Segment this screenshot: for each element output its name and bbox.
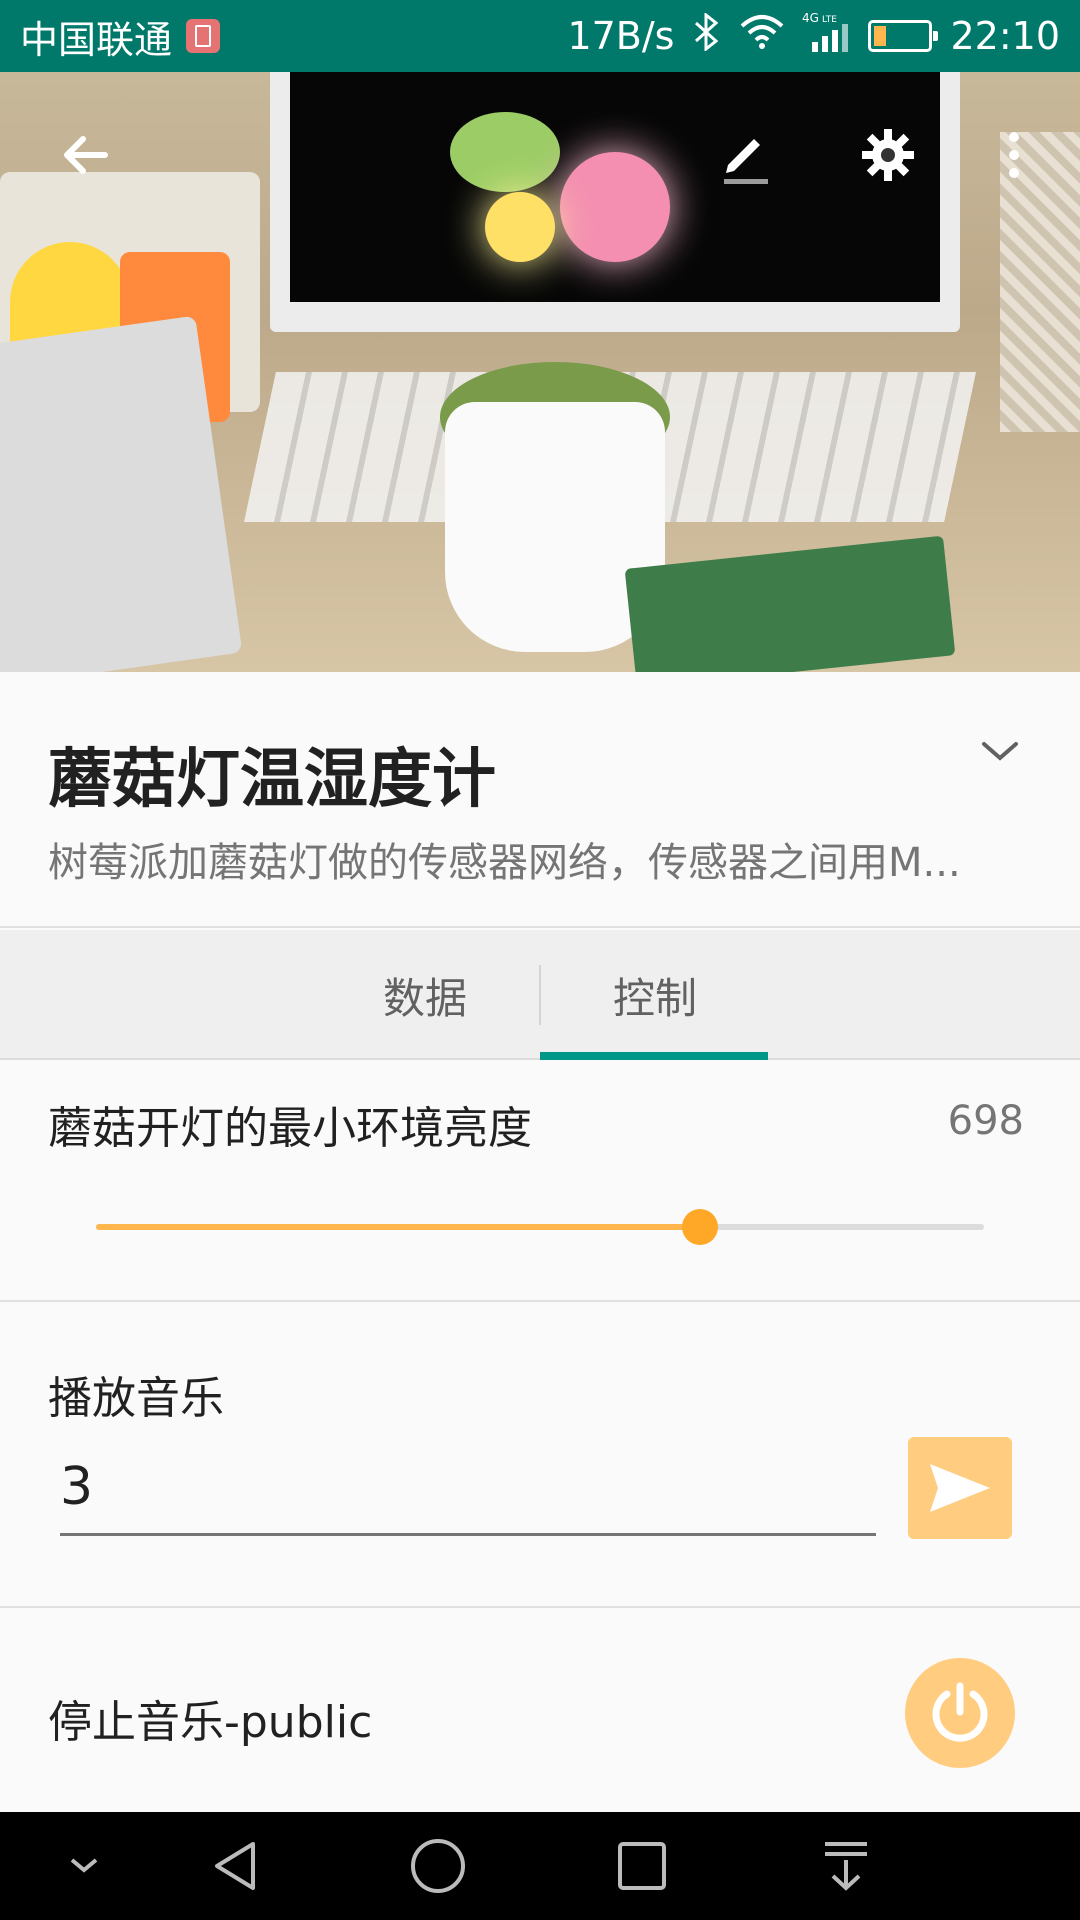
battery-icon: [868, 20, 939, 52]
svg-text:4G: 4G: [802, 11, 819, 25]
slider-thumb[interactable]: [681, 1209, 718, 1245]
chevron-down-icon: [982, 742, 1018, 761]
brightness-value: 698: [947, 1098, 1024, 1144]
tab-control[interactable]: 控制: [540, 930, 770, 1060]
clock: 22:10: [950, 14, 1060, 58]
send-button[interactable]: [908, 1437, 1012, 1539]
cellular-signal-icon: 4G LTE: [802, 10, 850, 63]
hero-toolbar: [0, 72, 1080, 242]
status-bar: 中国联通 17B/s 4G LTE 22:10: [0, 0, 1080, 72]
expand-description-button[interactable]: [960, 712, 1040, 792]
system-navigation-bar: [0, 1812, 1080, 1920]
more-vert-icon: [1009, 132, 1019, 178]
bluetooth-icon: [692, 11, 722, 60]
brightness-slider[interactable]: [96, 1209, 984, 1245]
stop-music-label: 停止音乐-public: [48, 1697, 373, 1748]
device-description: 树莓派加蘑菇灯做的传感器网络，传感器之间用M...: [48, 840, 961, 886]
circle-home-icon: [411, 1839, 465, 1893]
stop-music-power-button[interactable]: [905, 1658, 1015, 1768]
power-icon: [932, 1682, 988, 1742]
sim-card-icon: [186, 19, 221, 53]
network-speed: 17B/s: [567, 14, 675, 58]
triangle-back-icon: [215, 1842, 255, 1890]
settings-button[interactable]: [838, 105, 938, 205]
nav-hide-button[interactable]: [24, 1812, 144, 1920]
send-icon: [930, 1464, 990, 1512]
edit-button[interactable]: [694, 105, 794, 205]
nav-recents-button[interactable]: [582, 1812, 702, 1920]
arrow-back-icon: [64, 136, 108, 174]
nav-notifications-button[interactable]: [786, 1812, 906, 1920]
gear-icon: [862, 129, 914, 181]
play-music-label: 播放音乐: [48, 1373, 224, 1424]
tab-bar: 数据 控制: [0, 930, 1080, 1060]
tab-data[interactable]: 数据: [310, 930, 540, 1060]
music-number-input[interactable]: [60, 1450, 876, 1536]
brightness-label: 蘑菇开灯的最小环境亮度: [48, 1103, 532, 1154]
edit-icon: [724, 139, 768, 184]
carrier-name: 中国联通: [20, 17, 173, 62]
back-button[interactable]: [35, 105, 135, 205]
svg-text:LTE: LTE: [822, 15, 837, 25]
slider-fill: [96, 1224, 700, 1230]
more-options-button[interactable]: [964, 105, 1064, 205]
device-info-card: 蘑菇灯温湿度计 树莓派加蘑菇灯做的传感器网络，传感器之间用M...: [0, 672, 1080, 928]
wifi-icon: [740, 14, 784, 59]
device-title: 蘑菇灯温湿度计: [48, 743, 496, 817]
nav-back-button[interactable]: [175, 1812, 295, 1920]
square-recents-icon: [618, 1842, 666, 1890]
brightness-control: 蘑菇开灯的最小环境亮度 698: [0, 1062, 1080, 1302]
chevron-down-icon: [70, 1858, 98, 1873]
pull-down-icon: [825, 1842, 867, 1891]
active-tab-indicator: [540, 1052, 768, 1060]
nav-home-button[interactable]: [378, 1812, 498, 1920]
raspberry-pi-board: [624, 535, 956, 672]
